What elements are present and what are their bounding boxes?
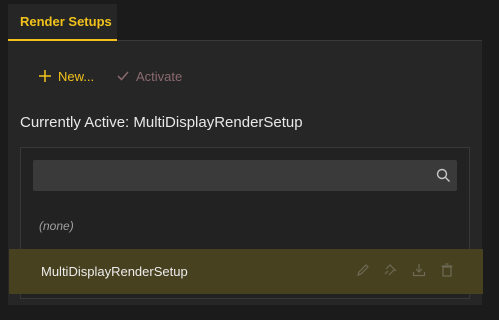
tab-bar: Render Setups: [0, 0, 499, 41]
activate-button[interactable]: Activate: [116, 67, 182, 85]
delete-icon[interactable]: [440, 263, 454, 277]
download-icon[interactable]: [412, 263, 426, 277]
search-input[interactable]: [33, 160, 423, 191]
render-setup-list: (none) MultiDisplayRenderSetup: [9, 147, 483, 299]
list-item-label: (none): [39, 219, 74, 233]
search-field[interactable]: [33, 160, 457, 191]
tab-render-setups[interactable]: Render Setups: [8, 4, 117, 40]
plus-icon: [39, 70, 51, 82]
current-active-label: Currently Active: MultiDisplayRenderSetu…: [20, 114, 303, 131]
search-icon[interactable]: [436, 168, 451, 183]
render-setups-panel: New... Activate Currently Active: MultiD…: [8, 41, 483, 305]
activate-button-label: Activate: [136, 68, 183, 84]
list-item-selected[interactable]: MultiDisplayRenderSetup: [9, 249, 483, 294]
checkmark-icon: [117, 71, 129, 81]
list-item-label: MultiDisplayRenderSetup: [41, 264, 188, 279]
new-button[interactable]: New...: [38, 67, 94, 85]
tab-label: Render Setups: [20, 14, 112, 29]
new-button-label: New...: [58, 68, 95, 84]
rename-icon[interactable]: [384, 263, 398, 277]
list-item[interactable]: (none): [21, 206, 469, 250]
edit-icon[interactable]: [356, 263, 370, 277]
